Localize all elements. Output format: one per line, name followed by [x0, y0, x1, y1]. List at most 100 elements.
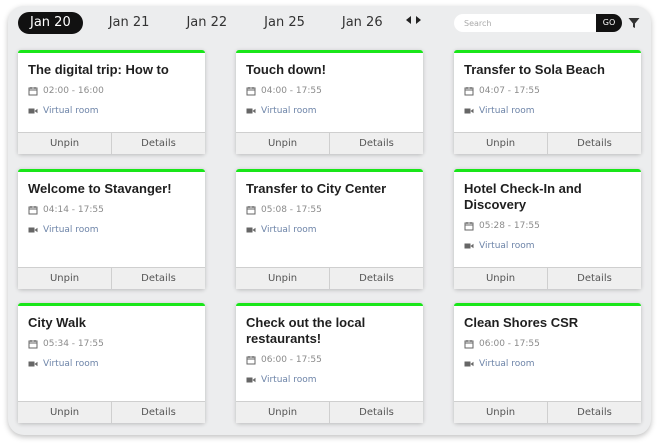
card-actions: Unpin Details	[18, 132, 205, 154]
event-title: City Walk	[28, 315, 87, 330]
details-button[interactable]: Details	[111, 268, 205, 289]
search-input[interactable]	[454, 14, 596, 32]
details-button[interactable]: Details	[111, 133, 205, 154]
card-actions: Unpin Details	[454, 401, 641, 423]
virtual-room-link[interactable]: Virtual room	[43, 225, 99, 235]
event-card: City Walk 05:34 - 17:55 Virtual room Unp…	[18, 303, 205, 423]
details-button[interactable]: Details	[547, 268, 641, 289]
virtual-room-link[interactable]: Virtual room	[261, 375, 317, 385]
event-room-row: Virtual room	[464, 241, 535, 251]
event-card: Welcome to Stavanger! 04:14 - 17:55 Virt…	[18, 169, 205, 289]
tab-date-jan-22[interactable]: Jan 22	[175, 12, 238, 34]
event-room-row: Virtual room	[246, 225, 317, 235]
unpin-button[interactable]: Unpin	[454, 268, 547, 289]
calendar-icon	[246, 356, 256, 365]
calendar-icon	[28, 206, 38, 215]
event-room-row: Virtual room	[246, 106, 317, 116]
video-camera-icon	[464, 243, 474, 249]
go-button[interactable]: GO	[596, 14, 622, 32]
unpin-button[interactable]: Unpin	[236, 402, 329, 423]
unpin-button[interactable]: Unpin	[18, 402, 111, 423]
details-button[interactable]: Details	[547, 133, 641, 154]
tab-date-jan-25[interactable]: Jan 25	[253, 12, 316, 34]
event-title: Touch down!	[246, 62, 326, 77]
prev-arrow-icon[interactable]	[406, 16, 411, 24]
event-card: Check out the local restaurants! 06:00 -…	[236, 303, 423, 423]
tab-date-jan-20[interactable]: Jan 20	[18, 12, 83, 34]
tab-date-jan-26[interactable]: Jan 26	[331, 12, 394, 34]
event-card: Transfer to City Center 05:08 - 17:55 Vi…	[236, 169, 423, 289]
video-camera-icon	[464, 361, 474, 367]
event-title: Transfer to Sola Beach	[464, 62, 605, 77]
event-time: 06:00 - 17:55	[479, 339, 540, 349]
virtual-room-link[interactable]: Virtual room	[43, 106, 99, 116]
event-time-row: 05:34 - 17:55	[28, 339, 104, 349]
event-room-row: Virtual room	[28, 359, 99, 369]
virtual-room-link[interactable]: Virtual room	[261, 225, 317, 235]
event-room-row: Virtual room	[464, 106, 535, 116]
event-card: Hotel Check-In and Discovery 05:28 - 17:…	[454, 169, 641, 289]
date-tabs: Jan 20 Jan 21 Jan 22 Jan 25 Jan 26	[18, 12, 394, 34]
details-button[interactable]: Details	[111, 402, 205, 423]
event-time-row: 04:07 - 17:55	[464, 86, 540, 96]
unpin-button[interactable]: Unpin	[236, 268, 329, 289]
virtual-room-link[interactable]: Virtual room	[43, 359, 99, 369]
card-actions: Unpin Details	[454, 132, 641, 154]
event-room-row: Virtual room	[28, 106, 99, 116]
card-actions: Unpin Details	[18, 267, 205, 289]
calendar-icon	[464, 87, 474, 96]
event-time-row: 04:00 - 17:55	[246, 86, 322, 96]
event-time-row: 06:00 - 17:55	[464, 339, 540, 349]
card-actions: Unpin Details	[236, 267, 423, 289]
event-card: Touch down! 04:00 - 17:55 Virtual room U…	[236, 50, 423, 154]
unpin-button[interactable]: Unpin	[18, 268, 111, 289]
event-time: 05:08 - 17:55	[261, 205, 322, 215]
event-room-row: Virtual room	[28, 225, 99, 235]
calendar-icon	[246, 87, 256, 96]
event-title: The digital trip: How to	[28, 62, 169, 77]
event-time-row: 02:00 - 16:00	[28, 86, 104, 96]
video-camera-icon	[28, 108, 38, 114]
video-camera-icon	[464, 108, 474, 114]
filter-icon[interactable]	[628, 17, 640, 29]
unpin-button[interactable]: Unpin	[236, 133, 329, 154]
agenda-panel: Jan 20 Jan 21 Jan 22 Jan 25 Jan 26 GO Th…	[8, 6, 651, 435]
event-title: Clean Shores CSR	[464, 315, 579, 330]
details-button[interactable]: Details	[329, 268, 423, 289]
event-time: 05:34 - 17:55	[43, 339, 104, 349]
video-camera-icon	[246, 108, 256, 114]
next-arrow-icon[interactable]	[416, 16, 421, 24]
calendar-icon	[28, 87, 38, 96]
unpin-button[interactable]: Unpin	[454, 402, 547, 423]
search-bar: GO	[454, 14, 622, 32]
virtual-room-link[interactable]: Virtual room	[479, 241, 535, 251]
event-time-row: 05:28 - 17:55	[464, 221, 540, 231]
details-button[interactable]: Details	[547, 402, 641, 423]
details-button[interactable]: Details	[329, 402, 423, 423]
card-actions: Unpin Details	[236, 401, 423, 423]
card-actions: Unpin Details	[18, 401, 205, 423]
tab-date-jan-21[interactable]: Jan 21	[98, 12, 161, 34]
event-time: 04:07 - 17:55	[479, 86, 540, 96]
calendar-icon	[28, 340, 38, 349]
video-camera-icon	[246, 377, 256, 383]
unpin-button[interactable]: Unpin	[18, 133, 111, 154]
event-title: Hotel Check-In and Discovery	[464, 181, 582, 212]
card-actions: Unpin Details	[236, 132, 423, 154]
virtual-room-link[interactable]: Virtual room	[479, 106, 535, 116]
details-button[interactable]: Details	[329, 133, 423, 154]
event-time-row: 05:08 - 17:55	[246, 205, 322, 215]
event-title: Check out the local restaurants!	[246, 315, 366, 346]
event-time: 04:14 - 17:55	[43, 205, 104, 215]
virtual-room-link[interactable]: Virtual room	[479, 359, 535, 369]
event-room-row: Virtual room	[246, 375, 317, 385]
event-title: Welcome to Stavanger!	[28, 181, 172, 196]
unpin-button[interactable]: Unpin	[454, 133, 547, 154]
card-actions: Unpin Details	[454, 267, 641, 289]
event-card: Clean Shores CSR 06:00 - 17:55 Virtual r…	[454, 303, 641, 423]
event-time: 04:00 - 17:55	[261, 86, 322, 96]
virtual-room-link[interactable]: Virtual room	[261, 106, 317, 116]
date-nav	[406, 16, 421, 24]
event-time-row: 04:14 - 17:55	[28, 205, 104, 215]
event-time: 05:28 - 17:55	[479, 221, 540, 231]
